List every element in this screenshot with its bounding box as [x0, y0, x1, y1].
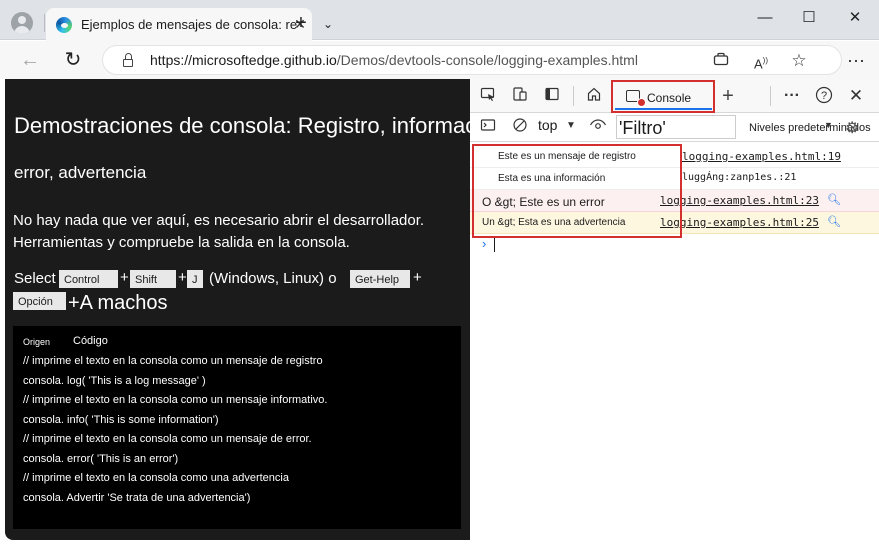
message-text: Un &gt; Esta es una advertencia	[482, 217, 626, 228]
welcome-home-icon[interactable]	[584, 86, 604, 106]
live-expression-eye-icon[interactable]	[588, 117, 608, 137]
key-j: J	[187, 270, 203, 288]
url-input[interactable]: https://microsoftedge.github.io/Demos/de…	[102, 45, 842, 75]
console-message-warning[interactable]: Un &gt; Esta es una advertencia logging-…	[470, 212, 879, 234]
code-line: // imprime el texto en la consola como u…	[23, 472, 289, 484]
dock-side-icon[interactable]	[542, 86, 562, 106]
tab-console[interactable]: Console	[615, 82, 712, 112]
app-available-icon[interactable]	[710, 50, 732, 72]
message-text: Este es un mensaje de registro	[498, 151, 636, 162]
code-line: consola. info( 'This is some information…	[23, 414, 219, 426]
back-icon[interactable]: ←	[18, 49, 42, 73]
tab-title: Ejemplos de mensajes de consola: registr…	[81, 17, 297, 32]
address-bar: ← ↻ https://microsoftedge.github.io/Demo…	[0, 41, 879, 79]
devtools-panel: Console + ··· ? ✕ top ▼ 'Filtro' Niveles…	[470, 79, 879, 545]
code-line: // imprime el texto en la consola como u…	[23, 355, 323, 367]
read-aloud-icon[interactable]: A))	[750, 50, 772, 72]
edge-logo-icon	[56, 17, 72, 33]
close-window-icon[interactable]: ✕	[843, 6, 867, 30]
divider	[44, 14, 45, 32]
url-path: /Demos/devtools-console/logging-examples…	[336, 52, 638, 68]
favorite-star-icon[interactable]: ☆	[788, 50, 810, 72]
page-title: Demostraciones de consola: Registro, inf…	[14, 113, 470, 138]
url-host: https://microsoftedge.github.io	[150, 52, 337, 68]
message-source-link[interactable]: luggÁng:zanp1es.:21	[682, 172, 796, 183]
intro-line-1: No hay nada que ver aquí, es necesario a…	[13, 212, 425, 229]
machos-text: +A machos	[68, 292, 168, 314]
active-tab-indicator	[615, 108, 712, 110]
intro-line-2: Herramientas y compruebe la salida en la…	[13, 234, 350, 251]
minimize-icon[interactable]: —	[753, 6, 777, 30]
more-tools-icon[interactable]: ···	[782, 86, 802, 106]
divider	[770, 86, 771, 106]
code-line: // imprime el texto en la consola como u…	[23, 433, 312, 445]
sidebar-toggle-icon[interactable]	[478, 117, 498, 137]
chevron-down-icon[interactable]: ▼	[824, 120, 833, 130]
intro-paragraph: No hay nada que ver aquí, es necesario a…	[13, 210, 463, 254]
message-text: Esta es una información	[498, 173, 606, 184]
console-message-error[interactable]: O &gt; Este es un error logging-examples…	[470, 190, 879, 212]
svg-text:?: ?	[821, 90, 827, 102]
new-tab-icon[interactable]: +	[290, 13, 312, 35]
tab-list-chevron-icon[interactable]: ⌄	[319, 15, 337, 33]
console-message-log[interactable]: Este es un mensaje de registro logging-e…	[470, 146, 879, 168]
chevron-down-icon[interactable]: ▼	[566, 120, 576, 131]
profile-avatar-icon[interactable]	[11, 12, 33, 34]
key-control: Control	[59, 270, 118, 288]
key-shift: Shift	[130, 270, 176, 288]
page-content: Demostraciones de consola: Registro, inf…	[5, 79, 470, 540]
plus-sign: +	[120, 269, 129, 286]
select-word: Select	[14, 270, 56, 287]
code-header-code: Código	[73, 335, 108, 347]
title-bar: Ejemplos de mensajes de consola: registr…	[0, 0, 879, 41]
code-line: consola. error( 'This is an error')	[23, 453, 179, 465]
key-get-help: Get-Help	[350, 270, 410, 288]
console-message-info[interactable]: Esta es una información luggÁng:zanp1es.…	[470, 168, 879, 190]
reload-icon[interactable]: ↻	[61, 49, 85, 73]
console-input[interactable]	[494, 238, 495, 252]
search-icon[interactable]: 🔍︎	[827, 193, 841, 206]
plus-sign: +	[413, 269, 422, 286]
inspect-element-icon[interactable]	[478, 86, 498, 106]
code-line: consola. log( 'This is a log message' )	[23, 375, 206, 387]
close-devtools-icon[interactable]: ✕	[846, 86, 866, 106]
divider	[573, 86, 574, 106]
console-prompt-icon: ›	[482, 236, 487, 251]
code-line: consola. Advertir 'Se trata de una adver…	[23, 492, 251, 504]
message-source-link[interactable]: logging-examples.html:25	[660, 216, 819, 229]
plus-sign: +	[178, 269, 187, 286]
browser-tab[interactable]: Ejemplos de mensajes de consola: registr…	[46, 8, 312, 41]
message-source-link[interactable]: logging-examples.html:23	[660, 194, 819, 207]
message-text: O &gt; Este es un error	[482, 195, 605, 209]
code-line: // imprime el texto en la consola como u…	[23, 394, 328, 406]
message-source-link[interactable]: logging-examples.html:19	[682, 150, 841, 163]
maximize-icon[interactable]: ☐	[797, 6, 821, 30]
clear-console-icon[interactable]	[510, 117, 530, 137]
url-text: https://microsoftedge.github.io/Demos/de…	[150, 52, 638, 68]
filter-input[interactable]: 'Filtro'	[616, 115, 736, 139]
help-icon[interactable]: ?	[814, 86, 834, 106]
error-badge-icon	[637, 98, 646, 107]
os-text: (Windows, Linux) o	[209, 270, 337, 287]
lock-icon[interactable]	[123, 53, 133, 67]
search-icon[interactable]: 🔍︎	[827, 215, 841, 228]
device-emulation-icon[interactable]	[510, 86, 530, 106]
code-header-origin: Origen	[23, 337, 51, 347]
key-option: Opción	[13, 292, 66, 310]
code-block: Origen Código // imprime el texto en la …	[13, 326, 461, 529]
devtools-toolbar: Console + ··· ? ✕	[470, 79, 879, 113]
add-tool-icon[interactable]: +	[718, 86, 738, 106]
browser-menu-icon[interactable]: ···	[844, 49, 868, 73]
tab-console-label: Console	[647, 91, 692, 105]
console-filter-bar: top ▼ 'Filtro' Niveles predeterminados ▼…	[470, 114, 879, 142]
context-selector[interactable]: top	[538, 117, 557, 133]
page-subtitle: error, advertencia	[14, 163, 147, 182]
gear-icon[interactable]: ⚙	[845, 118, 859, 138]
